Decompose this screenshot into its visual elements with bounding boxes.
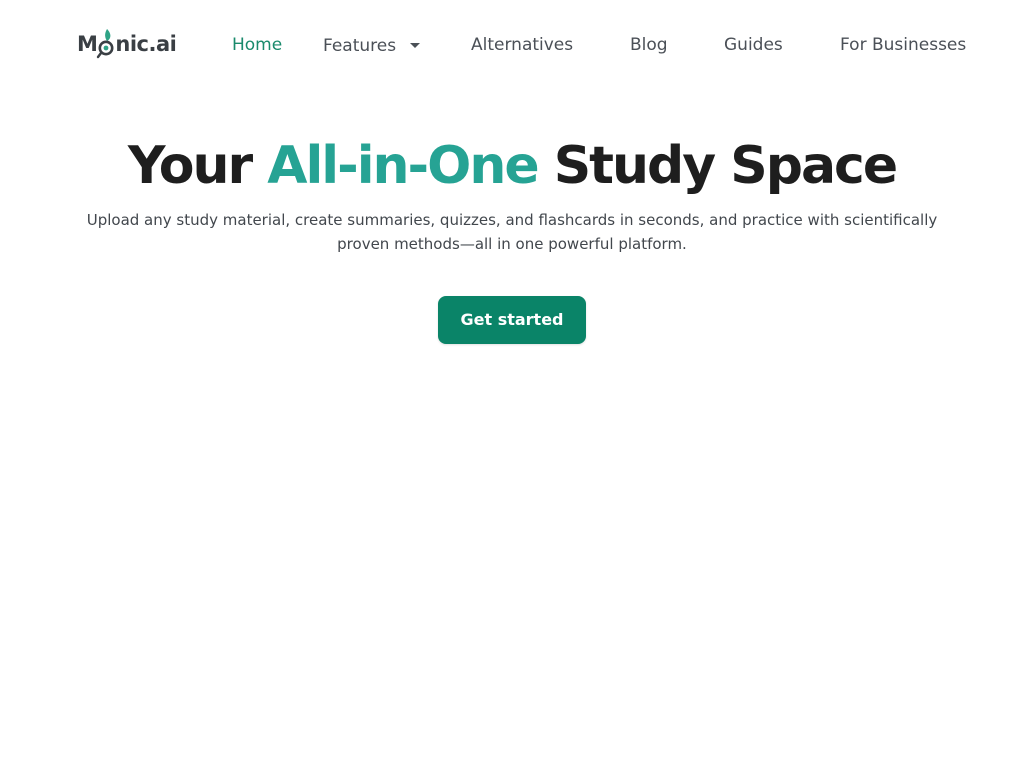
hero-title: Your All-in-One Study Space	[0, 132, 1024, 200]
landing-page: M nic.ai Home Features Alternatives Blog…	[0, 0, 1024, 768]
hero-subtitle: Upload any study material, create summar…	[86, 211, 938, 253]
nav-blog[interactable]: Blog	[630, 33, 668, 57]
nav-for-businesses[interactable]: For Businesses	[840, 33, 966, 57]
nav-guides[interactable]: Guides	[724, 33, 783, 57]
main-nav: Home Features Alternatives Blog Guides F…	[0, 0, 1024, 90]
nav-features[interactable]: Features	[323, 34, 421, 58]
nav-features-label: Features	[323, 36, 397, 56]
nav-home[interactable]: Home	[232, 33, 282, 57]
hero-title-accent: All-in-One	[267, 136, 539, 196]
nav-alternatives[interactable]: Alternatives	[471, 33, 573, 57]
hero-title-end: Study Space	[537, 136, 898, 196]
site-header: M nic.ai Home Features Alternatives Blog…	[0, 0, 1024, 90]
chevron-down-icon	[410, 42, 421, 48]
hero-title-start: Your	[127, 136, 268, 196]
get-started-button[interactable]: Get started	[438, 296, 586, 344]
